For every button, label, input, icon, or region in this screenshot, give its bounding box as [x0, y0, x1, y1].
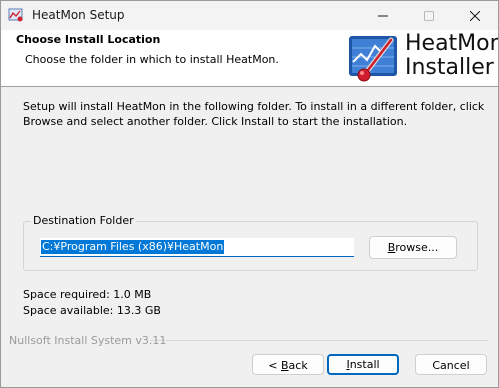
space-available: Space available: 13.3 GB — [23, 304, 161, 317]
install-label-post: nstall — [349, 358, 380, 371]
installer-window: HeatMon Setup Choose Install Location Ch… — [0, 0, 499, 388]
back-label-pre: < — [268, 359, 281, 372]
instructions-text: Setup will install HeatMon in the follow… — [23, 100, 485, 128]
header-divider — [1, 86, 498, 87]
back-label-post: ack — [288, 359, 308, 372]
app-icon — [8, 8, 23, 22]
page-subtitle: Choose the folder in which to install He… — [25, 53, 279, 66]
header-panel: Choose Install Location Choose the folde… — [1, 30, 498, 86]
window-title: HeatMon Setup — [32, 8, 125, 22]
browse-label-post: rowse... — [395, 241, 439, 254]
nsis-branding: Nullsoft Install System v3.11 — [9, 334, 167, 347]
destination-path-input[interactable]: C:¥Program Files (x86)¥HeatMon — [40, 238, 354, 257]
minimize-icon — [378, 15, 388, 16]
logo-text-installer: Installer — [405, 55, 494, 80]
install-button[interactable]: Install — [327, 354, 399, 375]
minimize-button[interactable] — [360, 1, 406, 30]
installer-logo: HeatMon Installer — [347, 31, 499, 83]
close-icon — [470, 10, 480, 21]
close-button[interactable] — [452, 1, 498, 30]
logo-text-heatmon: HeatMon — [405, 31, 499, 56]
thermometer-chart-icon — [349, 36, 397, 82]
back-mnemonic: B — [281, 359, 289, 372]
back-button[interactable]: < Back — [252, 354, 324, 375]
space-required: Space required: 1.0 MB — [23, 288, 152, 301]
destination-path-text: C:¥Program Files (x86)¥HeatMon — [41, 240, 225, 254]
cancel-button[interactable]: Cancel — [415, 354, 487, 375]
title-bar[interactable]: HeatMon Setup — [1, 1, 498, 30]
maximize-button — [406, 1, 452, 30]
browse-button[interactable]: Browse... — [369, 236, 457, 259]
maximize-icon — [424, 10, 434, 21]
page-title: Choose Install Location — [16, 33, 161, 46]
footer-divider — [150, 340, 488, 341]
destination-group-label: Destination Folder — [31, 214, 136, 227]
